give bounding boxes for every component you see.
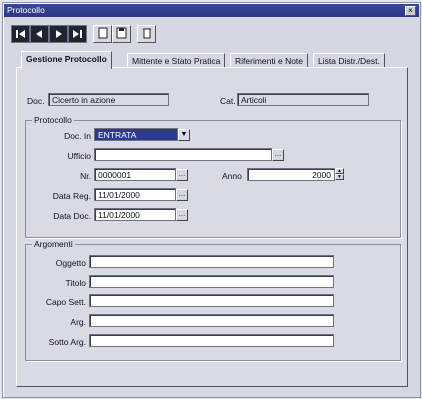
argomenti-group-title: Argomenti (32, 239, 75, 249)
arg-field[interactable] (89, 314, 334, 327)
next-record-icon (56, 30, 62, 38)
cat-field[interactable]: Articoli (237, 93, 369, 106)
sotto-arg-label: Sotto Arg. (48, 337, 86, 347)
doc-in-label: Doc. In (64, 131, 91, 141)
doc-field[interactable]: Cicerto in azione (48, 93, 169, 106)
anno-field[interactable]: 2000 (247, 168, 335, 181)
delete-icon (143, 28, 151, 39)
ufficio-label: Ufficio (67, 151, 91, 161)
first-record-button[interactable] (11, 25, 30, 43)
tab-gestione-protocollo[interactable]: Gestione Protocollo (21, 51, 112, 69)
sotto-arg-field[interactable] (89, 334, 334, 347)
spin-down-icon[interactable]: ▼ (335, 174, 344, 180)
capo-sett-field[interactable] (89, 294, 334, 307)
next-record-button[interactable] (49, 25, 68, 43)
cat-label: Cat. (220, 96, 236, 106)
protocollo-group: Protocollo Doc. In ENTRATA ▼ Ufficio … N… (25, 115, 401, 238)
titolo-field[interactable] (89, 275, 334, 288)
lookup-icon: … (274, 151, 282, 158)
title-bar[interactable]: Protocollo × (4, 4, 419, 17)
calendar-icon: … (178, 211, 186, 218)
doc-label: Doc. (27, 96, 45, 106)
ufficio-field[interactable] (94, 148, 272, 161)
last-record-button[interactable] (68, 25, 87, 43)
protocollo-group-title: Protocollo (32, 115, 74, 125)
calendar-icon: … (178, 191, 186, 198)
tab-mittente-stato-pratica[interactable]: Mittente e Stato Pratica (127, 53, 226, 68)
chevron-down-icon: ▼ (180, 131, 188, 138)
oggetto-field[interactable] (89, 255, 334, 268)
capo-sett-label: Capo Sett. (45, 297, 86, 307)
anno-spinner[interactable]: ▲ ▼ (335, 168, 344, 181)
window-title: Protocollo (7, 5, 45, 15)
lookup-icon: … (178, 171, 186, 178)
doc-in-dropdown[interactable]: ▼ (178, 129, 190, 141)
oggetto-label: Oggetto (55, 258, 86, 268)
ufficio-lookup-button[interactable]: … (272, 149, 284, 161)
data-doc-label: Data Doc. (53, 211, 91, 221)
delete-button[interactable] (137, 25, 156, 43)
nr-field[interactable]: 0000001 (94, 168, 176, 181)
close-icon[interactable]: × (405, 6, 416, 16)
protocollo-window: Protocollo × Gestione Protocollo Mittent… (2, 2, 421, 398)
nr-label: Nr. (80, 171, 91, 181)
data-doc-field[interactable]: 11/01/2000 (94, 208, 176, 221)
first-record-icon (16, 30, 25, 38)
nr-lookup-button[interactable]: … (176, 169, 188, 181)
new-document-button[interactable] (93, 25, 112, 43)
save-icon (116, 27, 127, 39)
data-reg-calendar-button[interactable]: … (176, 189, 188, 201)
last-record-icon (73, 30, 82, 38)
anno-label: Anno (222, 171, 242, 181)
titolo-label: Titolo (65, 278, 86, 288)
previous-record-button[interactable] (30, 25, 49, 43)
argomenti-group: Argomenti Oggetto Titolo Capo Sett. Arg.… (25, 239, 401, 361)
tab-page-gestione-protocollo: Doc. Cicerto in azione Cat. Articoli Pro… (16, 67, 408, 387)
doc-in-select[interactable]: ENTRATA (94, 128, 178, 141)
data-reg-label: Data Reg. (52, 191, 91, 201)
previous-record-icon (36, 30, 42, 38)
new-document-icon (98, 27, 108, 39)
save-button[interactable] (112, 25, 131, 43)
arg-label: Arg. (70, 317, 86, 327)
data-doc-calendar-button[interactable]: … (176, 209, 188, 221)
tab-lista-distr-dest[interactable]: Lista Distr./Dest. (313, 53, 385, 68)
data-reg-field[interactable]: 11/01/2000 (94, 188, 176, 201)
tab-riferimenti-note[interactable]: Riferimenti e Note (230, 53, 309, 68)
